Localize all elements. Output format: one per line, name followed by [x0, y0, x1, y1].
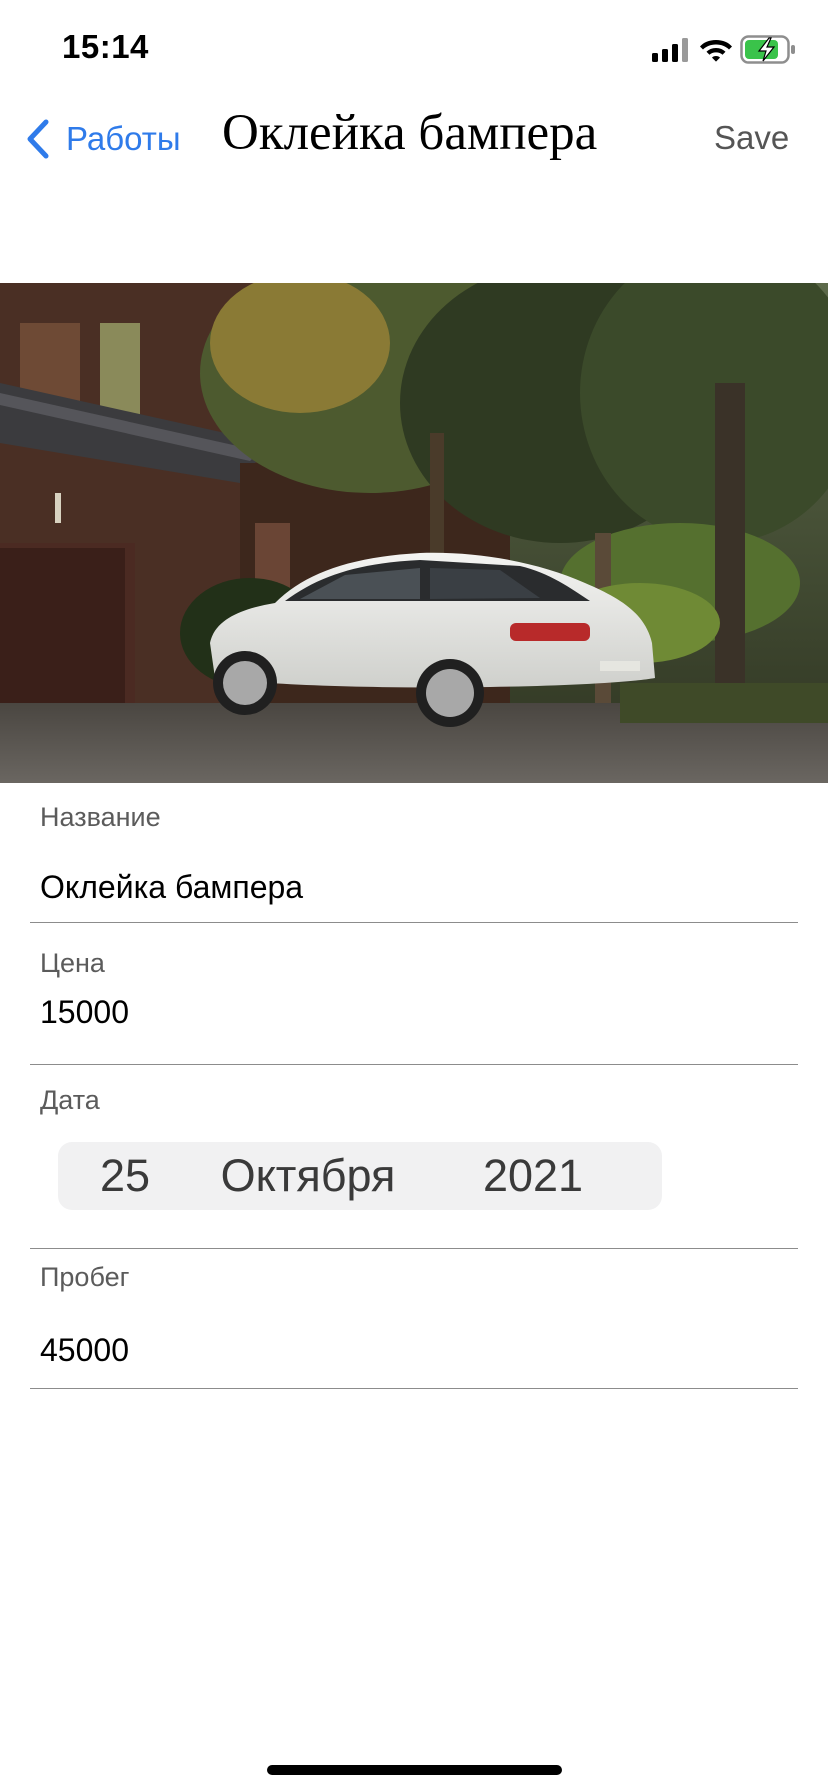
price-label: Цена [40, 948, 105, 978]
save-button[interactable]: Save [714, 119, 789, 157]
mileage-field[interactable] [40, 1330, 780, 1370]
divider [30, 922, 798, 923]
price-field[interactable] [40, 992, 780, 1032]
back-button-label: Работы [66, 120, 181, 157]
divider [30, 1064, 798, 1065]
divider [30, 1248, 798, 1249]
date-label: Дата [40, 1085, 100, 1115]
date-year[interactable]: 2021 [478, 1142, 588, 1210]
divider [30, 1388, 798, 1389]
cellular-signal-icon [652, 38, 688, 62]
chevron-left-icon [27, 119, 49, 159]
mileage-label: Пробег [40, 1262, 130, 1292]
date-picker[interactable]: 25 Октября 2021 [58, 1142, 662, 1210]
home-indicator[interactable] [267, 1765, 562, 1775]
page-title: Оклейка бампера [222, 105, 598, 161]
status-time: 15:14 [62, 28, 149, 65]
wifi-icon [700, 40, 732, 62]
back-button[interactable]: Работы [24, 116, 181, 162]
car-photo [0, 283, 828, 783]
name-field[interactable] [40, 867, 780, 907]
date-month[interactable]: Октября [218, 1142, 398, 1210]
date-day[interactable]: 25 [92, 1142, 158, 1210]
battery-charging-icon [740, 35, 795, 64]
name-label: Название [40, 802, 161, 832]
